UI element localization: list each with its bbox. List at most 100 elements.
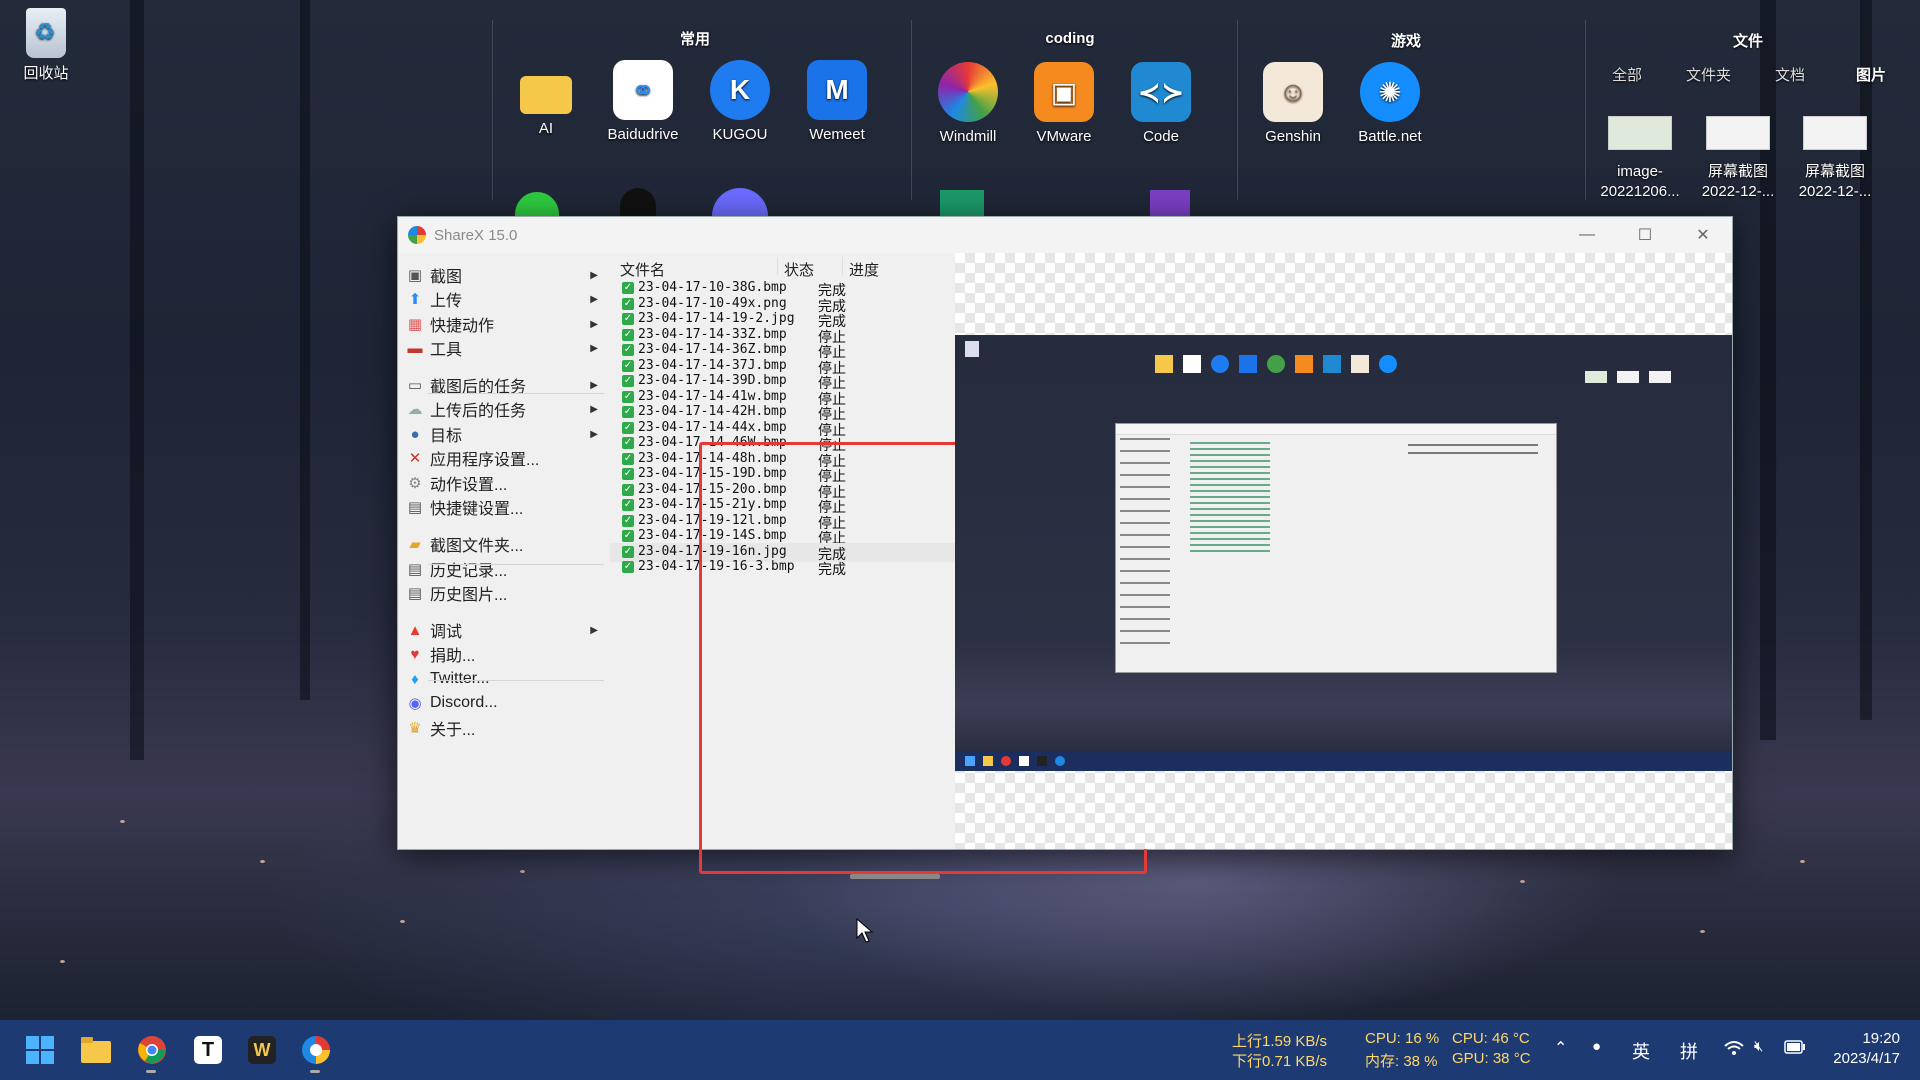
browser-icon[interactable] xyxy=(300,1034,332,1066)
file-name: 23-04-17-14-19-2.jpg xyxy=(638,311,795,326)
preview-menu-line xyxy=(1120,474,1170,476)
file-thumb[interactable]: image- 20221206... xyxy=(1590,116,1690,202)
files-tab-folders[interactable]: 文件夹 xyxy=(1686,64,1731,85)
start-icon[interactable] xyxy=(24,1034,56,1066)
file-name: 23-04-17-14-33Z.bmp xyxy=(638,326,787,342)
preview-file-line xyxy=(1190,442,1270,444)
check-icon: ✓ xyxy=(622,483,634,496)
ime-mode[interactable]: 拼 xyxy=(1680,1038,1698,1064)
menu-item[interactable]: ▬ 工具 ▶ xyxy=(406,334,606,362)
desktop-icon-code[interactable]: ≺≻ Code xyxy=(1113,62,1209,145)
wifi-icon[interactable] xyxy=(1724,1040,1744,1060)
desktop-icon-label: Baidudrive xyxy=(607,126,679,143)
menu-item[interactable]: ▰ 截图文件夹... xyxy=(406,530,606,558)
monitor-icon: ▭ xyxy=(407,377,423,394)
maximize-button[interactable]: ☐ xyxy=(1616,217,1674,253)
preview-menu-line xyxy=(1120,642,1170,644)
menu-item-label: 截图文件夹... xyxy=(430,538,524,555)
gear-icon: ⚙ xyxy=(408,475,422,492)
main-menu: ▣ 截图 ▶ ⬆ 上传 ▶ ▦ 快捷动作 ▶ ▬ 工具 ▶ ▭ 截图后的任务 ▶ ☁ 上传后的任务 ▶ ● 目标 ▶ ✕ 应… xyxy=(398,253,610,849)
input-language[interactable]: 英 xyxy=(1632,1038,1650,1064)
desktop-icon-wemeet[interactable]: M Wemeet xyxy=(789,60,885,143)
file-explorer-icon[interactable] xyxy=(80,1034,112,1066)
image-preview xyxy=(955,253,1732,849)
clock-time[interactable]: 19:20 xyxy=(1860,1030,1900,1047)
desktop-icon-genshin[interactable]: ☺ Genshin xyxy=(1245,62,1341,145)
preview-menu-line xyxy=(1120,594,1170,596)
group-divider xyxy=(1585,20,1586,200)
tree-trunk xyxy=(130,0,144,760)
close-button[interactable]: ✕ xyxy=(1674,217,1732,253)
menu-item-label: 上传 xyxy=(430,293,463,310)
check-icon: ✓ xyxy=(622,468,634,480)
clock-date[interactable]: 2023/4/17 xyxy=(1826,1050,1900,1067)
cloud-icon: ☁ xyxy=(407,401,423,418)
column-header-status[interactable]: 状态 xyxy=(784,259,814,281)
files-tab-docs[interactable]: 文档 xyxy=(1775,64,1805,85)
file-name: 23-04-17-14-36Z.bmp xyxy=(638,342,787,357)
desktop-icon-kugou[interactable]: K KUGOU xyxy=(692,60,788,143)
visual-studio-icon[interactable] xyxy=(1150,190,1190,216)
preview-file-line xyxy=(1190,520,1270,522)
desktop-icon-windmill[interactable]: Windmill xyxy=(920,62,1016,145)
tree-trunk xyxy=(1760,0,1776,740)
cpu-usage: CPU: 16 % xyxy=(1365,1030,1440,1047)
desktop-icon-vmware[interactable]: ▣ VMware xyxy=(1016,62,1112,145)
cpu-temperature: CPU: 46 °C xyxy=(1452,1030,1530,1047)
typora-icon[interactable]: T xyxy=(192,1034,224,1066)
check-icon: ✓ xyxy=(622,545,634,558)
menu-item[interactable]: ✕ 应用程序设置... xyxy=(406,444,606,472)
preview-menu-line xyxy=(1120,606,1170,608)
chevron-up-icon[interactable]: ⌃ xyxy=(1554,1038,1567,1058)
pycharm-icon[interactable] xyxy=(940,190,984,216)
desktop-icon-label: Battle.net xyxy=(1358,128,1422,145)
file-name: 23-04-17-14-39D.bmp xyxy=(638,373,787,388)
menu-item[interactable]: ☁ 上传后的任务 ▶ xyxy=(406,395,606,423)
file-thumb-date: 2022-12-... xyxy=(1701,183,1775,200)
check-icon: ✓ xyxy=(622,297,634,310)
file-thumb[interactable]: 屏幕截图 2022-12-... xyxy=(1688,116,1788,202)
desktop-icon-ai[interactable]: AI xyxy=(498,56,594,137)
menu-item[interactable]: ⬆ 上传 ▶ xyxy=(406,285,606,313)
wps-icon[interactable]: W xyxy=(246,1034,278,1066)
history-icon: ▤ xyxy=(407,561,423,578)
title-bar[interactable]: ShareX 15.0 — ☐ ✕ xyxy=(398,217,1732,253)
menu-separator xyxy=(428,564,604,565)
desktop-icon-baidudrive[interactable]: ⚭ Baidudrive xyxy=(595,60,691,143)
preview-file-line xyxy=(1190,448,1270,450)
menu-item[interactable]: ◉ Discord... xyxy=(406,689,606,717)
minimize-button[interactable]: — xyxy=(1558,217,1616,253)
preview-sharex-window xyxy=(1115,423,1557,673)
files-tab-all[interactable]: 全部 xyxy=(1612,64,1642,85)
menu-item[interactable]: ▤ 历史图片... xyxy=(406,579,606,607)
tree-trunk xyxy=(300,0,310,700)
preview-file-line xyxy=(1190,472,1270,474)
file-thumb[interactable]: 屏幕截图 2022-12-... xyxy=(1785,116,1885,202)
recycle-bin[interactable]: 回收站 xyxy=(16,8,76,83)
menu-item[interactable]: ▤ 快捷键设置... xyxy=(406,493,606,521)
volume-muted-icon[interactable]: 🔇︎ xyxy=(1754,1038,1763,1055)
sparkle xyxy=(1800,860,1805,863)
genshin-icon: ☺ xyxy=(1263,62,1323,122)
files-tab-images[interactable]: 图片 xyxy=(1856,64,1886,85)
battery-icon[interactable] xyxy=(1784,1040,1806,1058)
qq-icon[interactable] xyxy=(620,188,656,216)
column-header-progress[interactable]: 进度 xyxy=(849,259,879,281)
sparkle xyxy=(1520,880,1525,883)
crown-icon: ♛ xyxy=(408,720,422,737)
menu-item[interactable]: ♥ 捐助... xyxy=(406,640,606,668)
menu-item-label: 调试 xyxy=(430,624,463,641)
qq-tray-icon[interactable]: ● xyxy=(1592,1038,1601,1055)
menu-item-label: 应用程序设置... xyxy=(430,452,540,469)
desktop-icon-label: VMware xyxy=(1036,128,1092,145)
horizontal-scrollbar[interactable] xyxy=(850,874,940,879)
sharex-logo-icon xyxy=(408,226,426,244)
preview-file-thumb xyxy=(1585,371,1607,383)
sparkle xyxy=(400,920,405,923)
column-header-filename[interactable]: 文件名 xyxy=(620,259,665,281)
chrome-icon[interactable] xyxy=(136,1034,168,1066)
preview-file-line xyxy=(1190,544,1270,546)
windmill-icon xyxy=(938,62,998,122)
desktop-icon-battlenet[interactable]: ✺ Battle.net xyxy=(1342,62,1438,145)
menu-item[interactable]: ♛ 关于... xyxy=(406,714,606,742)
